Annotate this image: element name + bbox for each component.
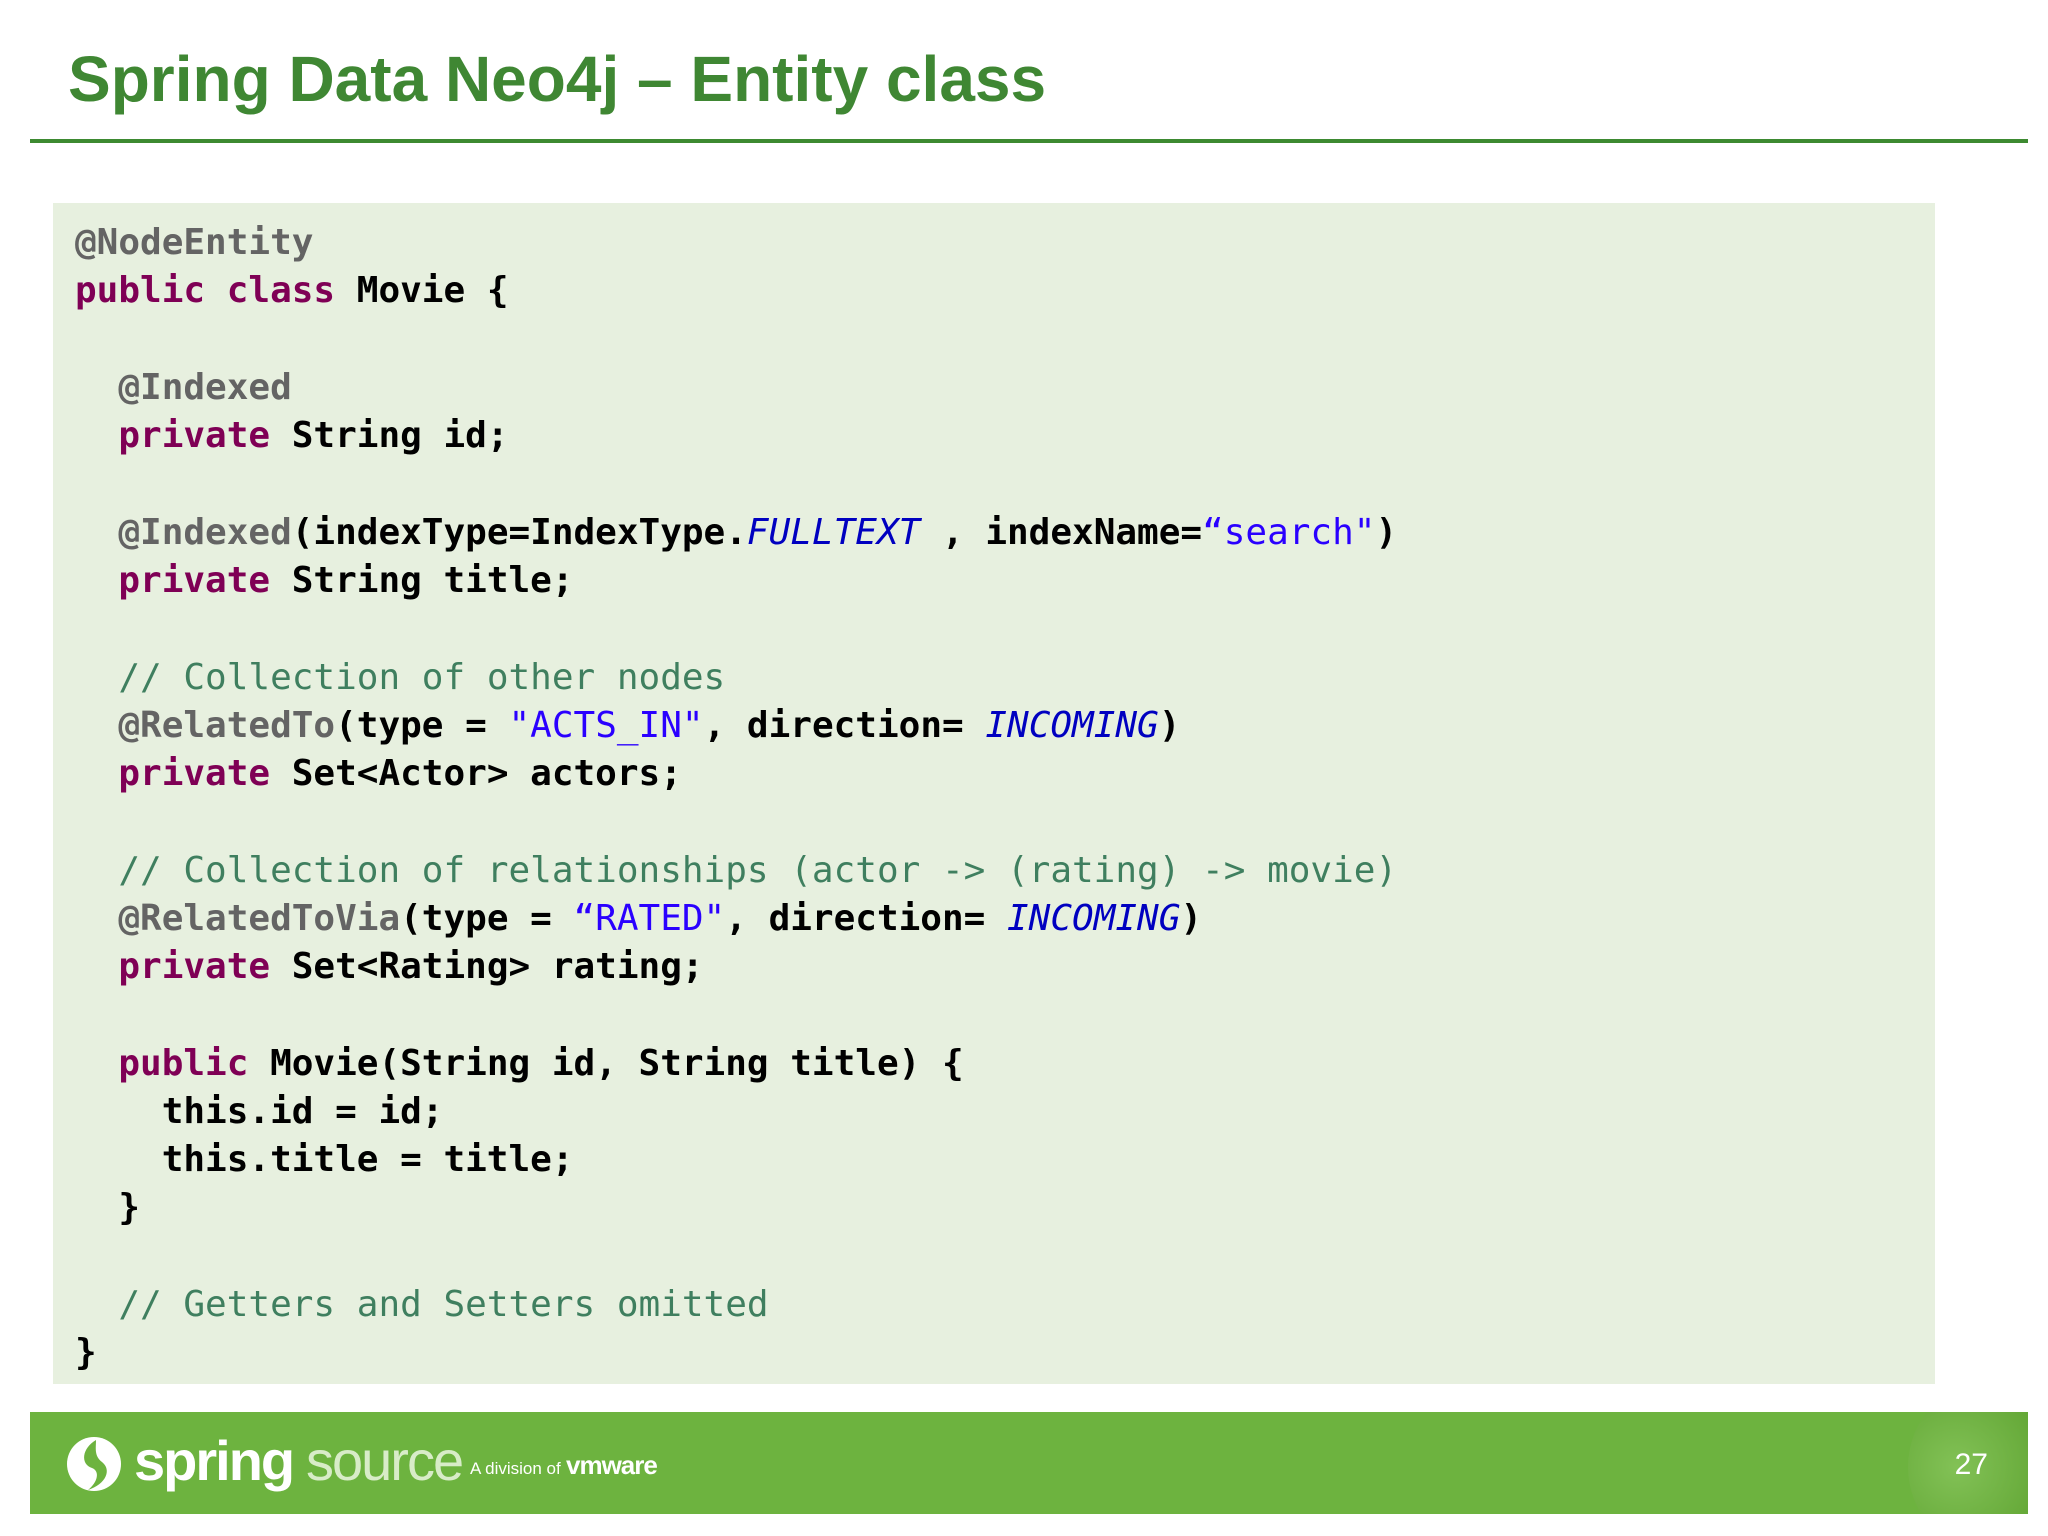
code-line: // Collection of relationships (actor ->…: [75, 847, 1935, 895]
code-string: “search": [1202, 512, 1376, 553]
code-line: }: [75, 1184, 1935, 1232]
code-comment: // Collection of relationships (actor ->…: [118, 850, 1398, 891]
slide-title: Spring Data Neo4j – Entity class: [68, 43, 1047, 115]
code-line: private String title;: [75, 557, 1935, 605]
code-text: (type =: [400, 898, 574, 939]
title-divider: [30, 139, 2028, 143]
code-comment: // Getters and Setters omitted: [118, 1284, 769, 1325]
code-text: (indexType=IndexType.: [291, 512, 747, 553]
code-keyword: private: [118, 560, 271, 601]
code-annotation: @NodeEntity: [75, 222, 314, 263]
code-annotation: @RelatedToVia: [118, 898, 401, 939]
code-line: this.title = title;: [75, 1136, 1935, 1184]
code-comment: // Collection of other nodes: [118, 657, 726, 698]
code-text: Movie {: [335, 270, 509, 311]
code-annotation: @Indexed: [118, 512, 292, 553]
code-keyword: public: [118, 1043, 249, 1084]
logo-spring-text: spring: [134, 1429, 295, 1492]
code-line: }: [75, 1329, 1935, 1377]
code-constant: INCOMING: [1007, 898, 1181, 939]
code-text: Set<Rating> rating;: [270, 946, 704, 987]
code-text: (type =: [335, 705, 509, 746]
code-line: private String id;: [75, 412, 1935, 460]
code-line: // Getters and Setters omitted: [75, 1281, 1935, 1329]
code-text: ): [1158, 705, 1181, 746]
code-text: }: [118, 1187, 141, 1228]
code-text: String id;: [270, 415, 509, 456]
code-text: , direction=: [725, 898, 1007, 939]
footer-bar: spring source A division of vmware 27: [30, 1412, 2028, 1514]
code-text: , indexName=: [920, 512, 1203, 553]
code-keyword: private: [118, 753, 271, 794]
code-line: @RelatedTo(type = "ACTS_IN", direction= …: [75, 702, 1935, 750]
code-keyword: class: [226, 270, 336, 311]
code-constant: INCOMING: [985, 705, 1159, 746]
code-text: String title;: [270, 560, 574, 601]
code-annotation: @Indexed: [118, 367, 292, 408]
code-block: @NodeEntity public class Movie { @Indexe…: [53, 203, 1935, 1384]
code-annotation: @RelatedTo: [118, 705, 336, 746]
code-line: @Indexed: [75, 364, 1935, 412]
slide-number: 27: [1954, 1448, 1988, 1481]
code-text: ): [1375, 512, 1398, 553]
code-string: “RATED": [573, 898, 726, 939]
logo-source-text: source: [306, 1429, 464, 1492]
code-text: Set<Actor> actors;: [270, 753, 682, 794]
code-text: this.title = title;: [161, 1139, 574, 1180]
code-line: @RelatedToVia(type = “RATED", direction=…: [75, 895, 1935, 943]
code-line: public Movie(String id, String title) {: [75, 1040, 1935, 1088]
logo-division-text: A division of: [470, 1459, 561, 1478]
code-string: "ACTS_IN": [508, 705, 704, 746]
code-line: public class Movie {: [75, 267, 1935, 315]
code-line: this.id = id;: [75, 1088, 1935, 1136]
code-constant: FULLTEXT: [746, 512, 921, 553]
springsource-leaf-icon: [67, 1437, 121, 1491]
logo-vmware-text: vmware: [566, 1450, 658, 1480]
code-line: private Set<Actor> actors;: [75, 750, 1935, 798]
code-text: , direction=: [703, 705, 986, 746]
code-text: }: [75, 1332, 97, 1373]
code-keyword: public: [75, 270, 206, 311]
code-line: @NodeEntity: [75, 219, 1935, 267]
code-text: this.id = id;: [161, 1091, 444, 1132]
code-text: Movie(String id, String title) {: [248, 1043, 964, 1084]
code-line: @Indexed(indexType=IndexType.FULLTEXT , …: [75, 509, 1935, 557]
code-line: private Set<Rating> rating;: [75, 943, 1935, 991]
code-keyword: private: [118, 415, 271, 456]
code-keyword: private: [118, 946, 271, 987]
code-text: ): [1180, 898, 1203, 939]
code-line: // Collection of other nodes: [75, 654, 1935, 702]
